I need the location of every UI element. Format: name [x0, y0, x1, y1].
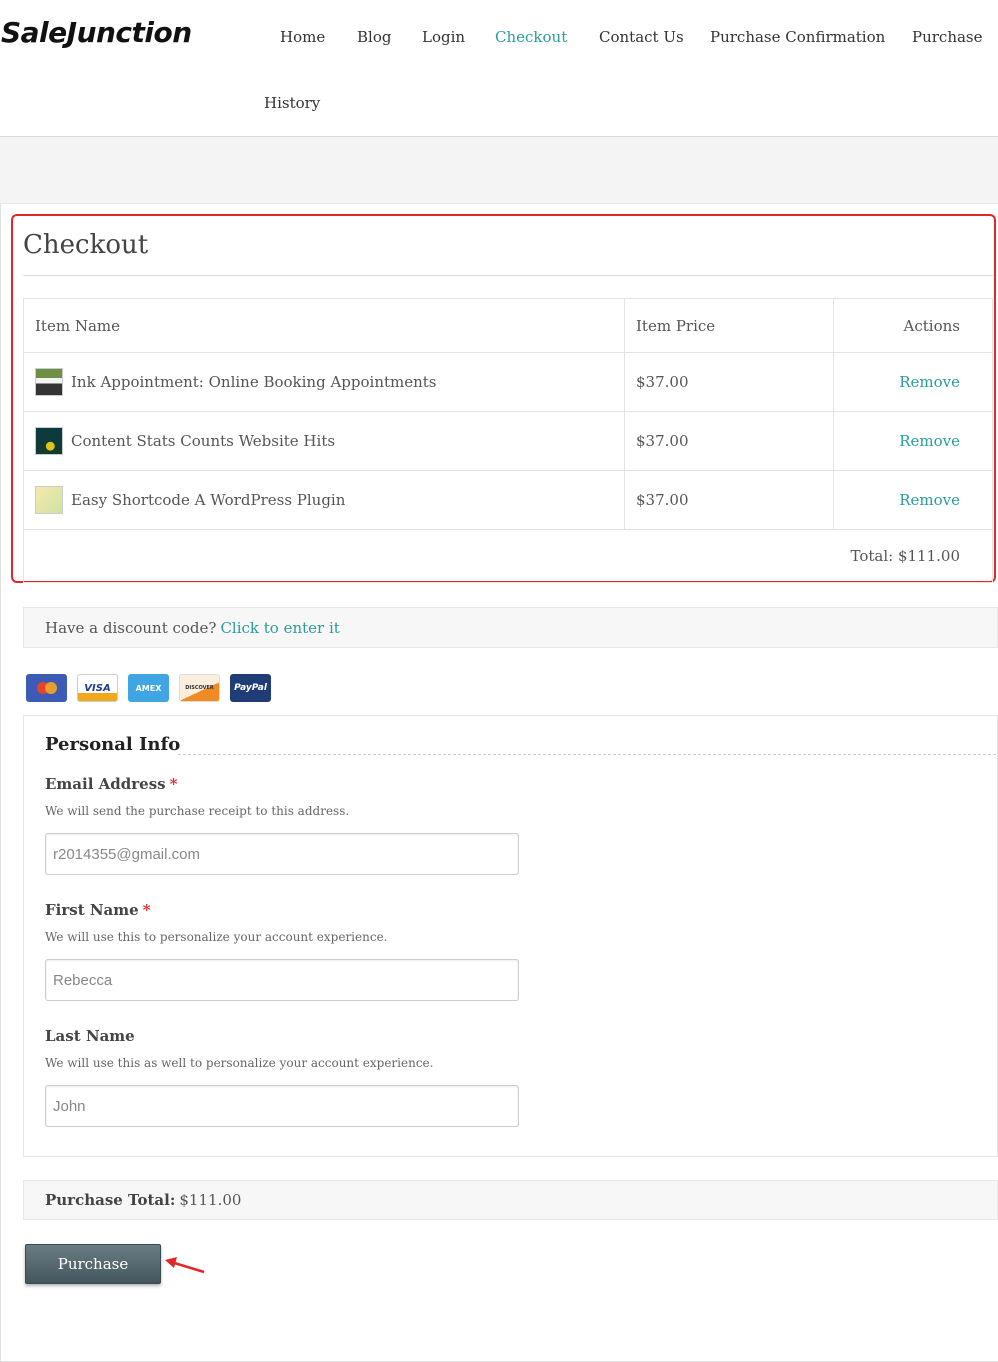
purchase-total-bar: Purchase Total: $111.00 [23, 1180, 998, 1220]
cart-item-row: Ink Appointment: Online Booking Appointm… [24, 353, 992, 412]
mastercard-circles [36, 682, 57, 694]
nav-purchase-history[interactable]: Purchase [912, 28, 983, 46]
cart-table: Item Name Item Price Actions Ink Appoint… [23, 298, 993, 583]
nav-purchase-confirmation[interactable]: Purchase Confirmation [710, 28, 885, 46]
paypal-icon: PayPal [230, 674, 271, 702]
required-marker: * [142, 901, 151, 919]
first-name-label: First Name * [45, 901, 151, 919]
item-price: $37.00 [625, 412, 834, 470]
email-description: We will send the purchase receipt to thi… [45, 804, 350, 818]
site-header: SaleJunction Home Blog Login Checkout Co… [0, 0, 998, 137]
personal-info-heading: Personal Info [45, 734, 181, 755]
amex-icon: AMEX [128, 674, 169, 702]
discover-icon: DISCOVER [179, 674, 220, 702]
item-price: $37.00 [625, 353, 834, 411]
nav-checkout[interactable]: Checkout [495, 28, 567, 46]
remove-item-button[interactable]: Remove [899, 432, 960, 450]
first-name-description: We will use this to personalize your acc… [45, 930, 388, 944]
payment-methods: VISA AMEX DISCOVER PayPal [26, 674, 271, 702]
nav-contact-us[interactable]: Contact Us [599, 28, 684, 46]
item-name: Content Stats Counts Website Hits [71, 432, 336, 450]
column-header-actions: Actions [903, 316, 960, 335]
purchase-total-value: $111.00 [179, 1191, 242, 1209]
mastercard-icon [26, 674, 67, 702]
column-header-item-name: Item Name [24, 299, 625, 352]
nav-home[interactable]: Home [280, 28, 325, 46]
cart-item-row: Content Stats Counts Website Hits $37.00… [24, 412, 992, 471]
first-name-field[interactable] [45, 959, 519, 1001]
enter-discount-link[interactable]: Click to enter it [220, 619, 339, 637]
heading-divider [178, 754, 996, 755]
required-marker: * [169, 775, 178, 793]
page-title: Checkout [23, 230, 149, 260]
last-name-field[interactable] [45, 1085, 519, 1127]
purchase-total-label: Purchase Total: [45, 1191, 176, 1209]
discount-bar: Have a discount code? Click to enter it [23, 607, 998, 648]
cart-total-row: Total: $111.00 [24, 530, 992, 582]
nav-login[interactable]: Login [422, 28, 465, 46]
nav-blog[interactable]: Blog [357, 28, 391, 46]
site-logo[interactable]: SaleJunction [1, 16, 192, 49]
email-label: Email Address * [45, 775, 178, 793]
product-thumbnail [35, 368, 63, 396]
page-banner [0, 137, 998, 204]
discount-prompt: Have a discount code? [45, 618, 217, 637]
item-price: $37.00 [625, 471, 834, 529]
remove-item-button[interactable]: Remove [899, 491, 960, 509]
item-name: Ink Appointment: Online Booking Appointm… [71, 373, 437, 391]
last-name-label: Last Name [45, 1027, 135, 1045]
last-name-description: We will use this as well to personalize … [45, 1056, 434, 1070]
cart-item-row: Easy Shortcode A WordPress Plugin $37.00… [24, 471, 992, 530]
cart-header-row: Item Name Item Price Actions [24, 299, 992, 353]
product-thumbnail [35, 486, 63, 514]
nav-purchase-history-continued[interactable]: History [264, 94, 320, 112]
visa-icon: VISA [77, 674, 118, 702]
column-header-item-price: Item Price [625, 299, 834, 352]
product-thumbnail [35, 427, 63, 455]
title-divider [23, 275, 993, 276]
item-name: Easy Shortcode A WordPress Plugin [71, 491, 346, 509]
remove-item-button[interactable]: Remove [899, 373, 960, 391]
cart-total: Total: $111.00 [850, 547, 961, 565]
email-field[interactable] [45, 833, 519, 875]
purchase-button[interactable]: Purchase [25, 1244, 161, 1284]
annotation-arrow-icon [165, 1257, 205, 1274]
